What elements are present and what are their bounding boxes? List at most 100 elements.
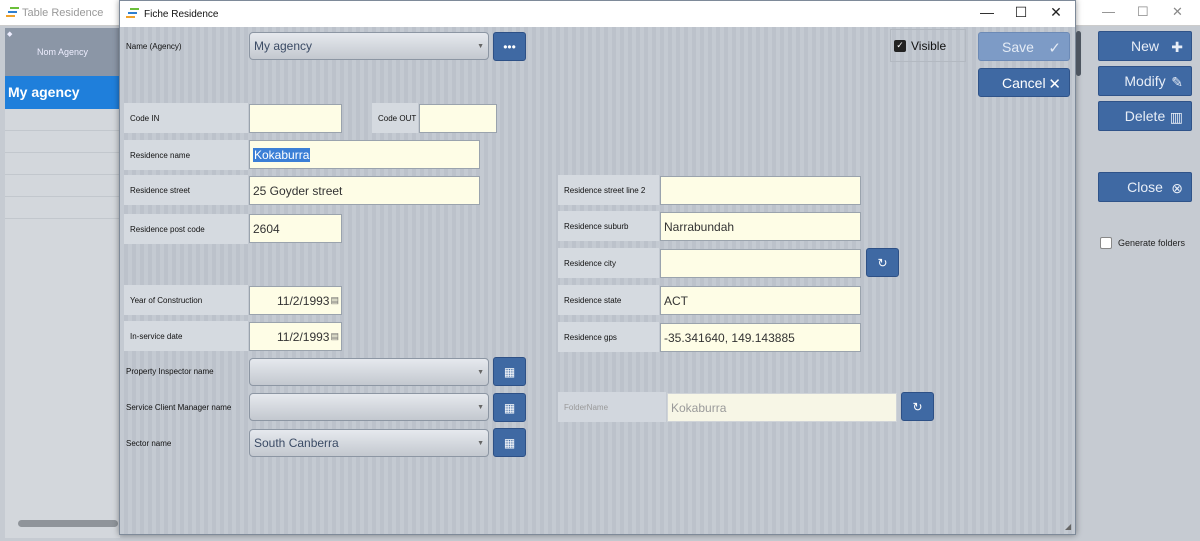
bg-minimize-button[interactable]: — [1102, 4, 1115, 19]
city-refresh-button[interactable]: ↻ [866, 248, 899, 277]
list-item[interactable] [5, 131, 120, 153]
edit-icon: ✎ [1171, 74, 1183, 90]
property-inspector-grid-button[interactable]: ▦ [493, 357, 526, 386]
year-construction-field[interactable]: 11/2/1993 ▤ [249, 286, 342, 315]
list-column-header-label: Nom Agency [36, 47, 89, 57]
agency-select[interactable]: My agency ▼ [249, 32, 489, 60]
residence-city-field[interactable] [660, 249, 861, 278]
generate-folders-label: Generate folders [1118, 238, 1186, 248]
year-construction-label: Year of Construction [124, 285, 248, 315]
dialog-close-button[interactable]: ✕ [1041, 4, 1071, 21]
calendar-icon[interactable]: ▤ [330, 331, 339, 342]
property-inspector-label: Property Inspector name [126, 367, 214, 376]
grid-icon: ▦ [503, 435, 516, 450]
code-in-field[interactable] [249, 104, 342, 133]
new-button-label: New [1130, 38, 1159, 54]
residence-dialog: Fiche Residence — ☐ ✕ Name (Agency) My a… [119, 0, 1081, 535]
delete-button-label: Delete [1124, 108, 1166, 124]
residence-name-label: Residence name [124, 140, 248, 170]
app-logo-icon [126, 8, 139, 18]
list-item[interactable] [5, 109, 120, 131]
trash-icon: ▥ [1169, 109, 1183, 125]
refresh-icon: ↻ [912, 399, 923, 414]
dialog-titlebar: Fiche Residence — ☐ ✕ [120, 1, 1075, 27]
resize-grip-icon[interactable]: ◢ [1065, 522, 1071, 531]
list-item[interactable] [5, 175, 120, 197]
residence-gps-field[interactable]: -35.341640, 149.143885 [660, 323, 861, 352]
checkbox-checked-icon[interactable]: ✓ [894, 39, 906, 52]
inservice-date-value: 11/2/1993 [276, 329, 330, 344]
residence-city-label: Residence city [558, 248, 659, 278]
inservice-date-field[interactable]: 11/2/1993 ▤ [249, 322, 342, 351]
plus-icon: ✚ [1171, 39, 1183, 55]
residence-name-field[interactable]: Kokaburra [249, 140, 480, 169]
sector-name-label: Sector name [126, 439, 172, 448]
folder-refresh-button[interactable]: ↻ [901, 392, 934, 421]
dialog-title: Fiche Residence [144, 9, 219, 20]
checkbox-box[interactable] [1100, 237, 1112, 249]
dialog-scrollbar[interactable] [1076, 31, 1081, 76]
bg-close-button[interactable]: ✕ [1172, 4, 1183, 20]
background-window-title: Table Residence [22, 7, 104, 19]
residence-street2-field[interactable] [660, 176, 861, 205]
refresh-icon: ↻ [877, 255, 888, 270]
chevron-down-icon: ▼ [477, 404, 484, 411]
residence-post-code-field[interactable]: 2604 [249, 214, 342, 243]
residence-suburb-label: Residence suburb [558, 211, 659, 241]
cancel-button[interactable]: Cancel ✕ [978, 68, 1070, 97]
residence-street-label: Residence street [124, 175, 248, 205]
list-item-selected[interactable]: My agency [5, 76, 120, 109]
residence-state-label: Residence state [558, 285, 659, 315]
sector-name-select[interactable]: South Canberra ▼ [249, 429, 489, 457]
agency-select-value: My agency [254, 39, 313, 53]
visible-checkbox[interactable]: ✓ Visible [890, 29, 966, 62]
list-column-header[interactable]: ◆ Nom Agency [5, 28, 120, 76]
sector-grid-button[interactable]: ▦ [493, 428, 526, 457]
agency-more-button[interactable]: ••• [493, 32, 526, 61]
chevron-down-icon: ▼ [477, 369, 484, 376]
chevron-down-icon: ▼ [477, 440, 484, 447]
close-button-label: Close [1127, 179, 1163, 195]
sort-icon: ◆ [7, 31, 13, 38]
chevron-down-icon: ▼ [477, 43, 484, 50]
year-construction-value: 11/2/1993 [276, 293, 330, 308]
residence-state-field[interactable]: ACT [660, 286, 861, 315]
generate-folders-checkbox[interactable]: Generate folders [1100, 237, 1185, 249]
residence-street-field[interactable]: 25 Goyder street [249, 176, 480, 205]
list-horizontal-scrollbar[interactable] [18, 520, 118, 527]
agency-label: Name (Agency) [126, 42, 182, 51]
list-item[interactable] [5, 153, 120, 175]
new-button[interactable]: New ✚ [1098, 31, 1192, 61]
code-out-field[interactable] [419, 104, 497, 133]
residence-suburb-field[interactable]: Narrabundah [660, 212, 861, 241]
close-icon: ✕ [1048, 76, 1061, 93]
agency-list[interactable]: ◆ Nom Agency My agency [5, 28, 120, 538]
folder-name-label: FolderName [558, 392, 666, 422]
residence-name-value: Kokaburra [253, 147, 311, 162]
list-item[interactable] [5, 197, 120, 219]
service-client-manager-grid-button[interactable]: ▦ [493, 393, 526, 422]
delete-button[interactable]: Delete ▥ [1098, 101, 1192, 131]
service-client-manager-label: Service Client Manager name [126, 403, 232, 412]
modify-button[interactable]: Modify ✎ [1098, 66, 1192, 96]
bg-maximize-button[interactable]: ☐ [1137, 4, 1149, 20]
app-logo-icon [6, 7, 19, 17]
minimize-button[interactable]: — [972, 4, 1002, 20]
residence-gps-label: Residence gps [558, 322, 659, 352]
inservice-date-label: In-service date [124, 321, 248, 351]
grid-icon: ▦ [503, 400, 516, 415]
maximize-button[interactable]: ☐ [1006, 4, 1036, 21]
visible-label: Visible [911, 38, 947, 53]
code-out-label: Code OUT [372, 103, 418, 133]
close-button[interactable]: Close ⊗ [1098, 172, 1192, 202]
modify-button-label: Modify [1124, 73, 1166, 89]
calendar-icon[interactable]: ▤ [330, 295, 339, 306]
close-circle-icon: ⊗ [1171, 180, 1183, 196]
folder-name-field[interactable]: Kokaburra [667, 393, 897, 422]
sector-name-value: South Canberra [254, 436, 339, 450]
property-inspector-select[interactable]: ▼ [249, 358, 489, 386]
more-icon: ••• [503, 39, 516, 54]
save-button[interactable]: Save ✓ [978, 32, 1070, 61]
grid-icon: ▦ [503, 364, 516, 379]
service-client-manager-select[interactable]: ▼ [249, 393, 489, 421]
